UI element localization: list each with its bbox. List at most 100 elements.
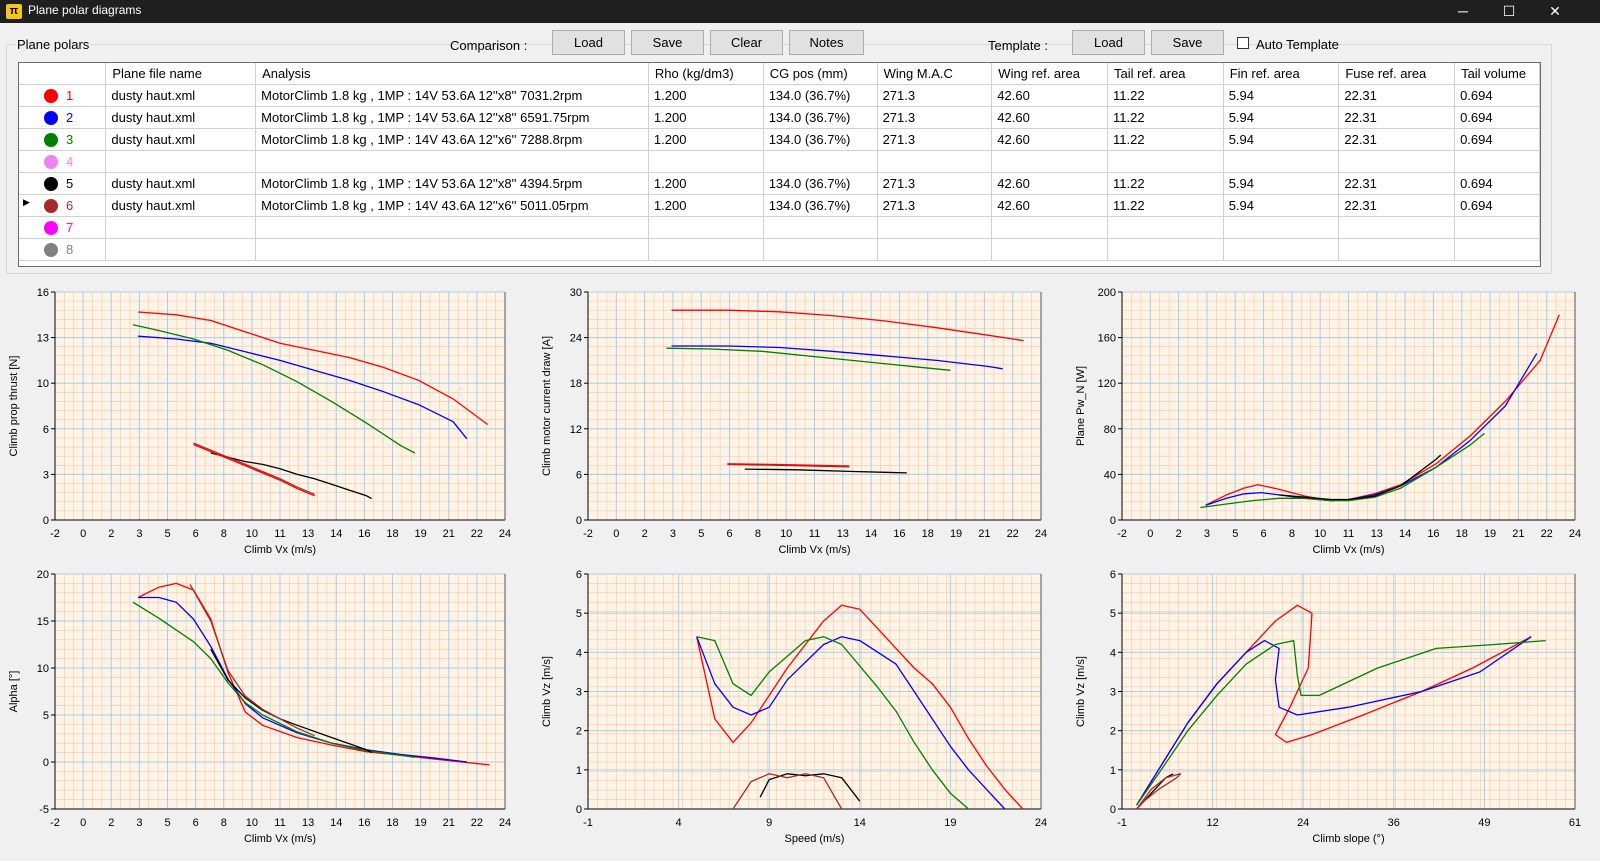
table-cell[interactable]: 271.3 — [877, 172, 993, 195]
table-cell[interactable]: 0.694 — [1454, 172, 1540, 195]
table-cell[interactable] — [648, 216, 764, 239]
table-cell[interactable] — [105, 238, 257, 261]
table-row[interactable]: ▶ 6 dusty haut.xml MotorClimb 1.8 kg , 1MP … — [19, 194, 1540, 217]
row-header[interactable]: 8 — [19, 238, 107, 261]
table-cell[interactable]: MotorClimb 1.8 kg , 1MP : 14V 53.6A 12''… — [255, 106, 649, 129]
table-cell[interactable]: 134.0 (36.7%) — [763, 194, 878, 217]
column-header[interactable]: Fuse ref. area — [1338, 63, 1456, 85]
table-cell[interactable]: 0.694 — [1454, 128, 1540, 151]
column-header[interactable]: Wing M.A.C — [877, 63, 993, 85]
table-cell[interactable]: 42.60 — [991, 84, 1108, 107]
table-cell[interactable] — [1223, 238, 1340, 261]
table-cell[interactable]: 271.3 — [877, 84, 993, 107]
table-cell[interactable] — [1223, 216, 1340, 239]
table-cell[interactable]: MotorClimb 1.8 kg , 1MP : 14V 43.6A 12''… — [255, 194, 649, 217]
row-header[interactable]: 2 — [19, 106, 107, 129]
table-cell[interactable]: 1.200 — [648, 194, 764, 217]
column-header[interactable]: Tail volume — [1454, 63, 1540, 85]
column-header[interactable]: Rho (kg/dm3) — [648, 63, 764, 85]
table-cell[interactable]: 271.3 — [877, 194, 993, 217]
column-header[interactable]: CG pos (mm) — [763, 63, 878, 85]
table-cell[interactable]: 1.200 — [648, 106, 764, 129]
table-cell[interactable]: 1.200 — [648, 128, 764, 151]
table-cell[interactable]: 0.694 — [1454, 84, 1540, 107]
row-header[interactable]: 4 — [19, 150, 107, 173]
table-cell[interactable]: 42.60 — [991, 172, 1108, 195]
table-cell[interactable]: 5.94 — [1223, 106, 1340, 129]
table-cell[interactable]: 42.60 — [991, 106, 1108, 129]
comparison-clear-button[interactable]: Clear — [710, 30, 783, 55]
row-header[interactable]: 3 — [19, 128, 107, 151]
table-cell[interactable]: 5.94 — [1223, 194, 1340, 217]
row-header[interactable]: 7 — [19, 216, 107, 239]
template-load-button[interactable]: Load — [1072, 30, 1145, 55]
table-cell[interactable] — [1107, 150, 1224, 173]
table-cell[interactable]: dusty haut.xml — [105, 106, 257, 129]
column-header[interactable]: Wing ref. area — [991, 63, 1108, 85]
table-cell[interactable]: 271.3 — [877, 106, 993, 129]
polar-color-icon[interactable] — [44, 221, 58, 236]
polar-color-icon[interactable] — [44, 89, 58, 104]
table-cell[interactable]: 22.31 — [1338, 106, 1456, 129]
template-save-button[interactable]: Save — [1151, 30, 1224, 55]
row-header[interactable]: ▶ 6 — [19, 194, 107, 217]
vz-slope-chart[interactable]: -1 12 24 36 49 610123456Climb slope (°)Climb … — [1067, 567, 1600, 857]
table-row[interactable]: 7 — [19, 216, 1540, 239]
polar-color-icon[interactable] — [44, 155, 58, 170]
row-header[interactable]: 5 — [19, 172, 107, 195]
table-cell[interactable]: 134.0 (36.7%) — [763, 106, 878, 129]
table-cell[interactable]: 42.60 — [991, 128, 1108, 151]
table-cell[interactable]: MotorClimb 1.8 kg , 1MP : 14V 53.6A 12''… — [255, 84, 649, 107]
vz-speed-chart[interactable]: -1 4 9 14 19 24 0 1 2 3 4 5 6 Speed (m/s) Climb Vz [m/… — [533, 567, 1066, 857]
table-cell[interactable] — [255, 150, 649, 173]
comparison-load-button[interactable]: Load — [552, 30, 625, 55]
table-cell[interactable]: 134.0 (36.7%) — [763, 172, 878, 195]
comparison-save-button[interactable]: Save — [631, 30, 704, 55]
table-cell[interactable]: 134.0 (36.7%) — [763, 128, 878, 151]
minimize-button[interactable]: ─ — [1440, 0, 1486, 23]
column-header[interactable]: Plane file name — [105, 63, 257, 85]
table-row[interactable]: 3 dusty haut.xml MotorClimb 1.8 kg , 1MP :… — [19, 128, 1540, 151]
comparison-notes-button[interactable]: Notes — [789, 30, 864, 55]
table-cell[interactable] — [1338, 216, 1456, 239]
alpha-chart[interactable]: -2 0 2 3 5 6 8 10 11 13 14 16 18 19 21 22 24 -5 0 5 10 15 20 Cl… — [0, 567, 530, 857]
table-cell[interactable]: 0.694 — [1454, 194, 1540, 217]
maximize-button[interactable]: ☐ — [1486, 0, 1532, 23]
row-header[interactable]: 1 — [19, 84, 107, 107]
table-cell[interactable]: 0.694 — [1454, 106, 1540, 129]
table-cell[interactable] — [763, 238, 878, 261]
table-cell[interactable] — [1107, 238, 1224, 261]
current-chart[interactable]: -2 0 2 3 5 6 8 10 11 13 14 16 18 19 21 22 240612182430Cl… — [533, 285, 1066, 568]
table-row[interactable]: 5 dusty haut.xml MotorClimb 1.8 kg , 1MP :… — [19, 172, 1540, 195]
table-cell[interactable]: dusty haut.xml — [105, 128, 257, 151]
table-cell[interactable]: 271.3 — [877, 128, 993, 151]
table-cell[interactable]: 22.31 — [1338, 128, 1456, 151]
table-cell[interactable] — [991, 150, 1108, 173]
table-cell[interactable] — [648, 238, 764, 261]
table-cell[interactable] — [763, 216, 878, 239]
table-cell[interactable]: 22.31 — [1338, 84, 1456, 107]
polar-color-icon[interactable] — [44, 177, 58, 192]
table-row[interactable]: 8 — [19, 238, 1540, 261]
table-cell[interactable]: 11.22 — [1107, 194, 1224, 217]
table-cell[interactable] — [1338, 150, 1456, 173]
table-cell[interactable] — [648, 150, 764, 173]
table-cell[interactable]: 42.60 — [991, 194, 1108, 217]
table-cell[interactable]: 5.94 — [1223, 172, 1340, 195]
close-button[interactable]: ✕ — [1532, 0, 1578, 23]
table-cell[interactable] — [255, 238, 649, 261]
table-cell[interactable]: 1.200 — [648, 172, 764, 195]
table-cell[interactable] — [1338, 238, 1456, 261]
table-cell[interactable] — [1454, 216, 1540, 239]
table-cell[interactable]: 5.94 — [1223, 84, 1340, 107]
table-cell[interactable] — [877, 238, 993, 261]
table-cell[interactable] — [991, 238, 1108, 261]
polar-color-icon[interactable] — [44, 133, 58, 148]
table-cell[interactable] — [105, 150, 257, 173]
table-cell[interactable]: MotorClimb 1.8 kg , 1MP : 14V 43.6A 12''… — [255, 128, 649, 151]
thrust-chart[interactable]: -2 0 2 3 5 6 8 10 11 13 14 16 18 19 21 22 24036101316Cli… — [0, 285, 530, 568]
table-cell[interactable]: 22.31 — [1338, 172, 1456, 195]
table-cell[interactable] — [105, 216, 257, 239]
table-cell[interactable] — [991, 216, 1108, 239]
table-cell[interactable]: 11.22 — [1107, 128, 1224, 151]
